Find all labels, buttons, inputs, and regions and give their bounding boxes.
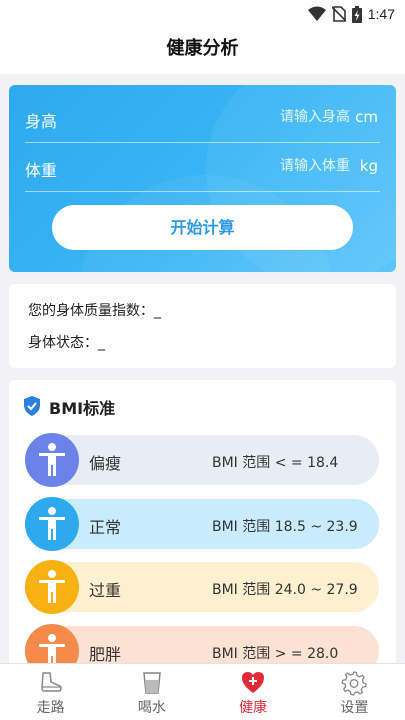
tab-health[interactable]: 健康 — [203, 664, 304, 720]
bmi-item-range: BMI 范围 24.0 ~ 27.9 — [212, 582, 358, 598]
shield-check-icon — [24, 396, 40, 416]
tab-settings[interactable]: 设置 — [304, 664, 405, 720]
state-result: 身体状态：_ — [28, 332, 105, 352]
tab-label: 喝水 — [137, 700, 166, 716]
height-label: 身高 — [25, 112, 58, 131]
wifi-icon — [307, 6, 326, 21]
bmi-result-label: 您的身体质量指数： — [28, 303, 154, 319]
bmi-item-name: 过重 — [89, 581, 122, 600]
bmi-item-range: BMI 范围 < = 18.4 — [212, 455, 339, 471]
tab-label: 走路 — [36, 700, 65, 716]
bmi-item-underweight: 偏瘦 BMI 范围 < = 18.4 — [25, 433, 379, 487]
weight-row: 体重 kg — [25, 144, 380, 192]
person-icon — [25, 497, 79, 551]
bmi-item-name: 正常 — [89, 518, 122, 537]
bmi-standard-card: BMI标准 偏瘦 BMI 范围 < = 18.4 正常 BMI 范围 18.5 … — [9, 380, 396, 680]
height-unit: cm — [355, 108, 378, 126]
heart-plus-icon — [242, 672, 265, 693]
bmi-item-normal: 正常 BMI 范围 18.5 ~ 23.9 — [25, 497, 379, 551]
cup-icon — [143, 672, 161, 694]
height-input[interactable] — [200, 109, 350, 125]
bmi-item-range: BMI 范围 > = 28.0 — [212, 646, 339, 662]
weight-label: 体重 — [25, 161, 58, 180]
bmi-item-overweight: 过重 BMI 范围 24.0 ~ 27.9 — [25, 560, 379, 614]
weight-unit: kg — [359, 157, 378, 175]
status-time: 1:47 — [367, 6, 395, 22]
tab-water[interactable]: 喝水 — [101, 664, 202, 720]
person-icon — [25, 560, 79, 614]
state-result-label: 身体状态： — [28, 335, 98, 351]
status-bar: 1:47 — [0, 0, 405, 28]
battery-charging-icon — [351, 5, 362, 23]
height-row: 身高 cm — [25, 95, 380, 143]
tab-walk[interactable]: 走路 — [0, 664, 101, 720]
bmi-item-name: 偏瘦 — [89, 454, 122, 473]
bmi-standard-title: BMI标准 — [49, 399, 116, 418]
shoe-icon — [40, 672, 62, 692]
bmi-result-value: _ — [154, 303, 161, 319]
no-sim-icon — [331, 6, 346, 22]
state-result-value: _ — [98, 335, 105, 351]
tab-label: 设置 — [340, 700, 369, 716]
bmi-item-range: BMI 范围 18.5 ~ 23.9 — [212, 519, 358, 535]
start-calculate-button[interactable]: 开始计算 — [52, 205, 353, 250]
tab-label: 健康 — [239, 700, 268, 716]
page-header: 健康分析 — [0, 28, 405, 74]
weight-input[interactable] — [200, 158, 350, 174]
page-title: 健康分析 — [166, 38, 239, 59]
bottom-tab-bar: 走路 喝水 健康 设置 — [0, 663, 405, 720]
gear-icon — [341, 671, 368, 696]
bmi-result: 您的身体质量指数：_ — [28, 300, 161, 320]
result-card: 您的身体质量指数：_ 身体状态：_ — [9, 284, 396, 368]
person-icon — [25, 433, 79, 487]
bmi-item-name: 肥胖 — [89, 645, 122, 664]
input-card: 身高 cm 体重 kg 开始计算 — [9, 85, 396, 272]
